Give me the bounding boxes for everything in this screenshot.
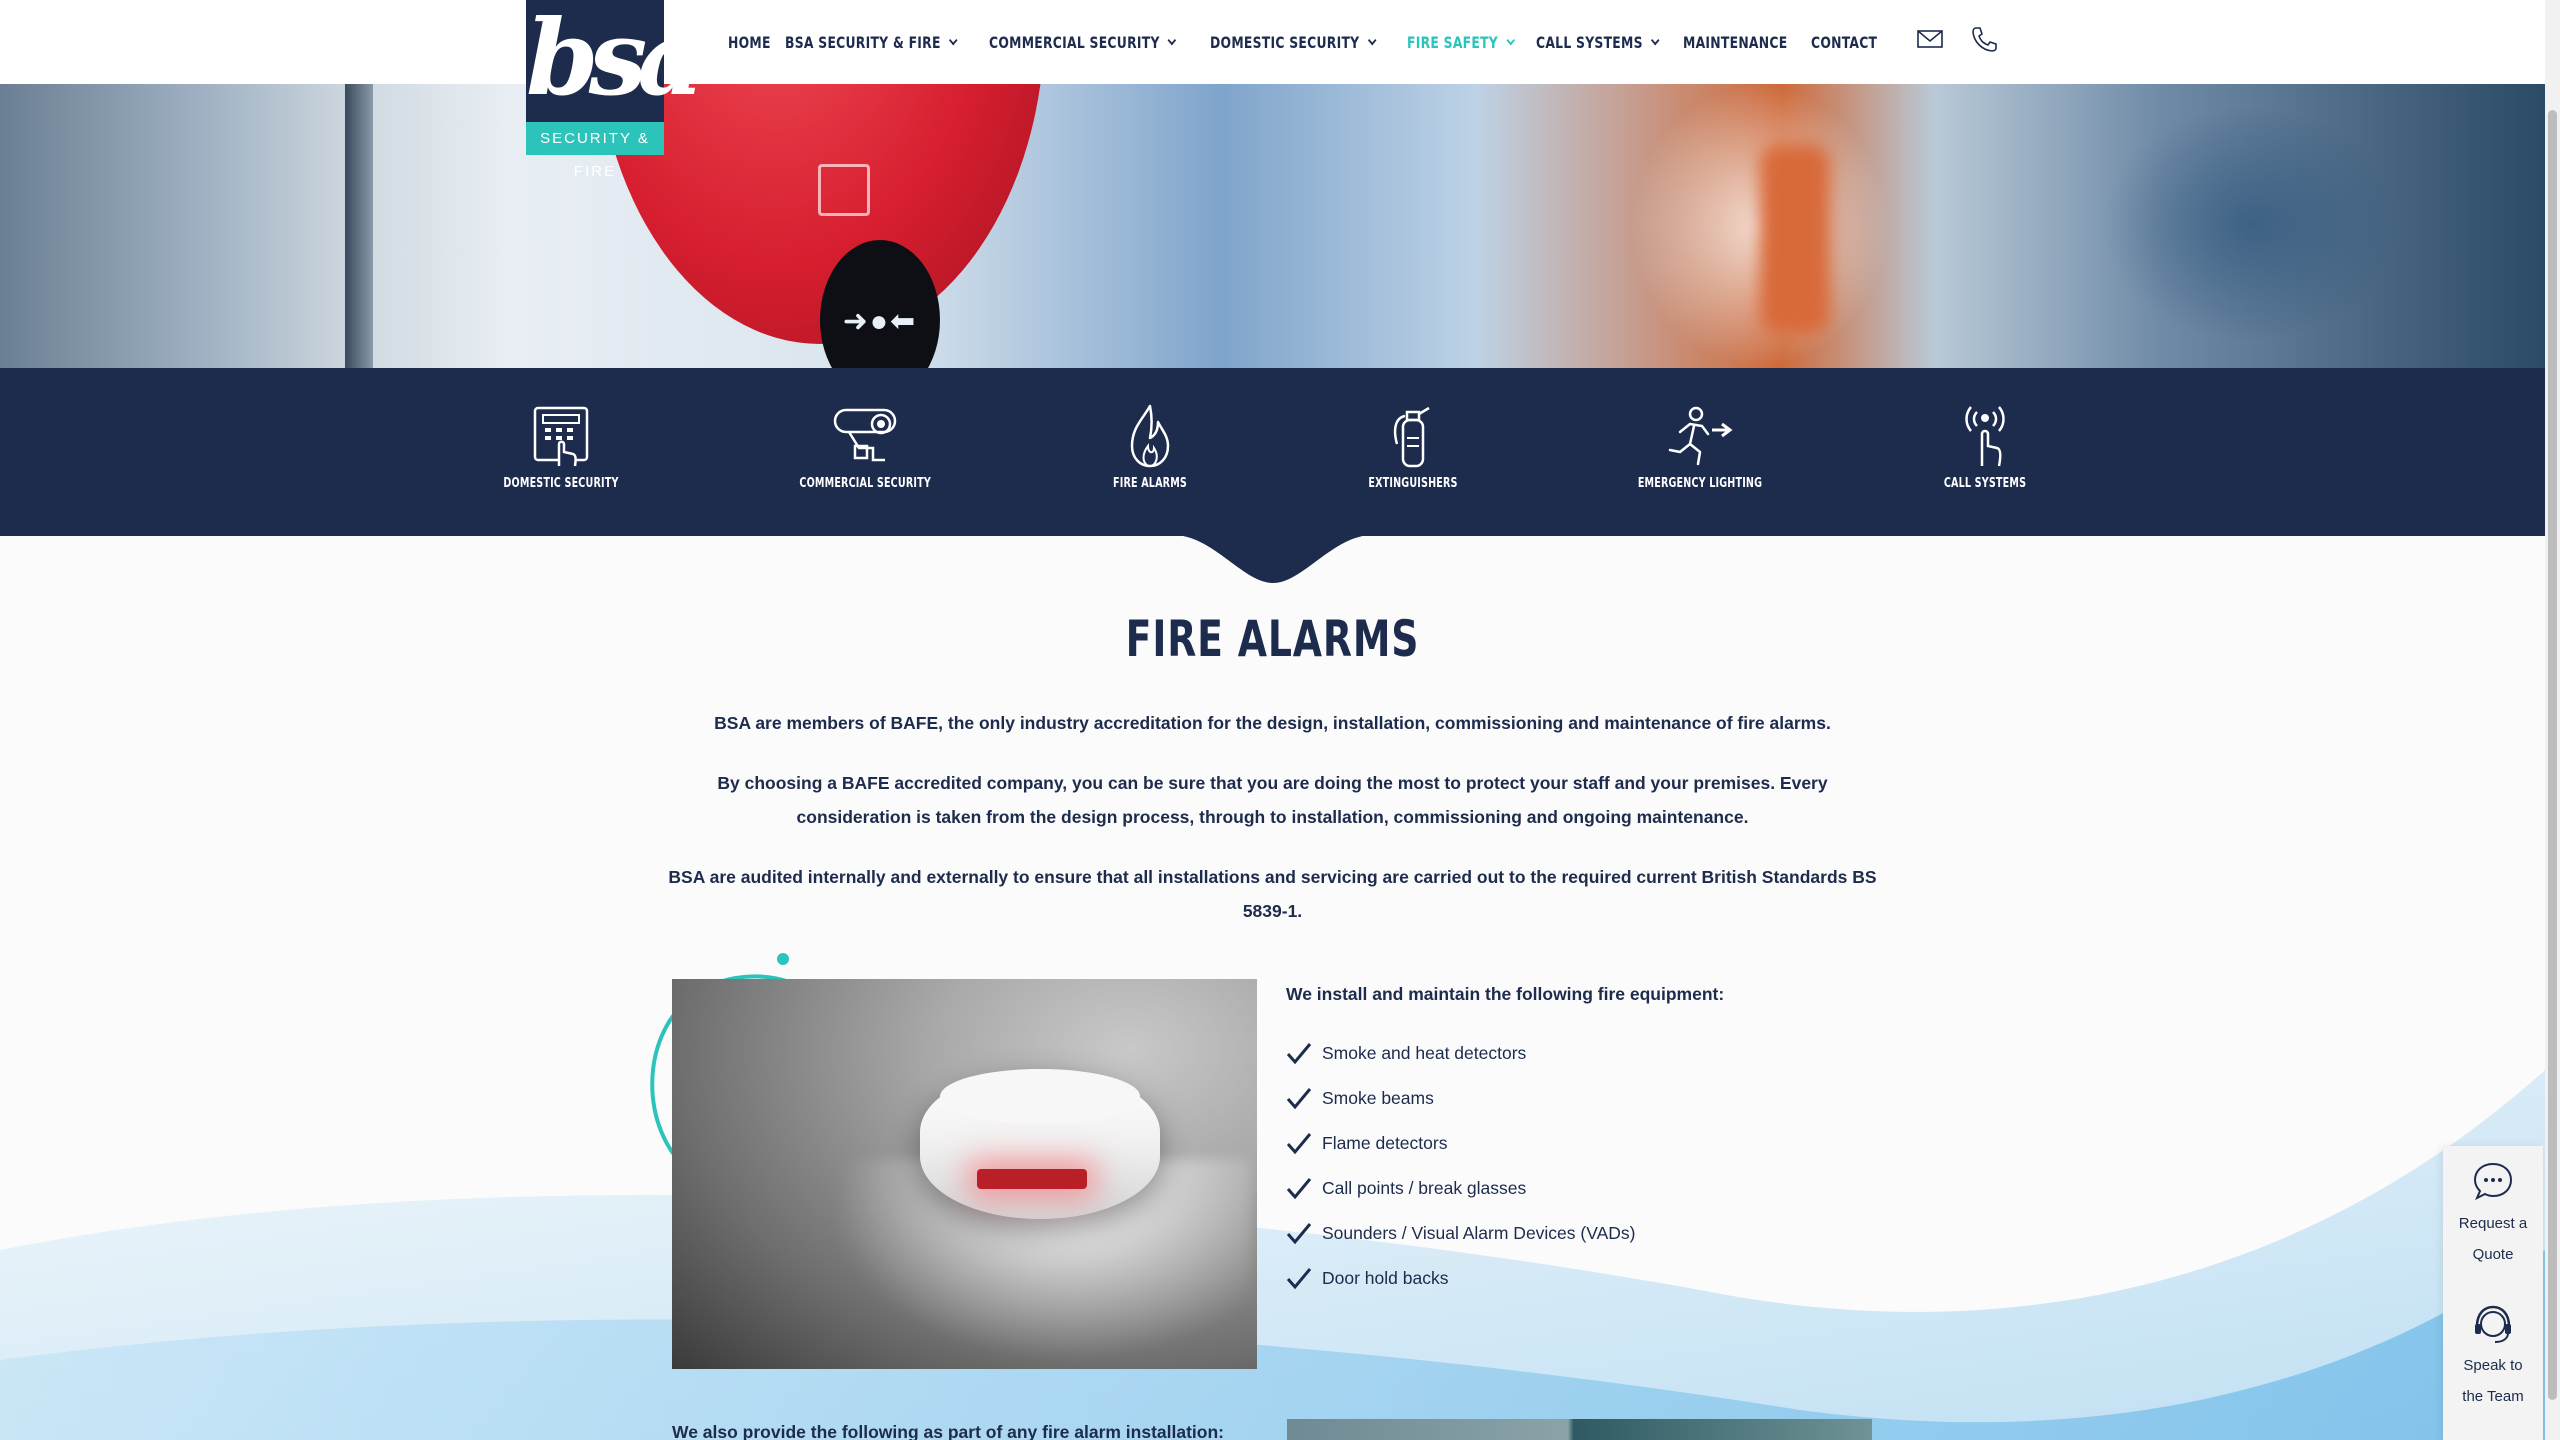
page-title: FIRE ALARMS (1125, 610, 1420, 668)
checkmark-icon (1286, 1087, 1312, 1109)
second-photo (1287, 1419, 1872, 1440)
category-label: COMMERCIAL SECURITY (799, 476, 931, 491)
category-commercial-security[interactable]: COMMERCIAL SECURITY (785, 404, 945, 491)
main-nav: HOME BSA SECURITY & FIRE COMMERCIAL SECU… (728, 0, 1877, 84)
checkmark-icon (1286, 1132, 1312, 1154)
category-domestic-security[interactable]: DOMESTIC SECURITY (481, 404, 641, 491)
nav-label: BSA SECURITY & FIRE (784, 32, 941, 52)
category-extinguishers[interactable]: EXTINGUISHERS (1333, 404, 1493, 491)
list-item: Smoke and heat detectors (1286, 1031, 1636, 1076)
nav-fire-safety[interactable]: FIRE SAFETY (1406, 32, 1515, 52)
category-fire-alarms[interactable]: FIRE ALARMS (1070, 404, 1230, 491)
logo-wordmark: bsa (526, 0, 705, 119)
request-quote-label-line2: Quote (2472, 1246, 2514, 1263)
nav-label: CONTACT (1811, 32, 1878, 52)
nav-label: COMMERCIAL SECURITY (988, 32, 1160, 52)
speak-to-team-label-line2: the Team (2462, 1388, 2524, 1405)
list-item-label: Door hold backs (1322, 1268, 1449, 1288)
list-item-label: Smoke and heat detectors (1322, 1043, 1527, 1063)
scrollbar-thumb[interactable] (2548, 110, 2557, 1400)
equipment-list-title: We install and maintain the following fi… (1286, 984, 1725, 1004)
category-bar: DOMESTIC SECURITY COMMERCIAL SECURITY FI… (0, 368, 2545, 536)
nav-maintenance[interactable]: MAINTENANCE (1683, 33, 1787, 52)
list-item: Smoke beams (1286, 1076, 1636, 1121)
nav-label: MAINTENANCE (1682, 32, 1788, 52)
category-emergency-lighting[interactable]: EMERGENCY LIGHTING (1620, 404, 1780, 491)
category-label: DOMESTIC SECURITY (503, 476, 619, 491)
envelope-icon[interactable] (1915, 24, 1945, 54)
chevron-down-icon (1650, 34, 1660, 45)
list-item: Call points / break glasses (1286, 1166, 1636, 1211)
chevron-down-icon (948, 34, 958, 45)
list-item: Flame detectors (1286, 1121, 1636, 1166)
nav-domestic-security[interactable]: DOMESTIC SECURITY (1210, 32, 1377, 52)
category-label: CALL SYSTEMS (1943, 476, 2027, 491)
chevron-down-icon (1367, 34, 1377, 45)
hero-background-object (1760, 144, 1830, 334)
nav-call-systems[interactable]: CALL SYSTEMS (1535, 32, 1660, 52)
headset-icon (2475, 1305, 2511, 1343)
nav-commercial-security[interactable]: COMMERCIAL SECURITY (988, 32, 1177, 52)
hero-background-shadow (2100, 104, 2400, 344)
section-notch (1173, 535, 1373, 583)
category-call-systems[interactable]: CALL SYSTEMS (1905, 404, 2065, 491)
phone-icon[interactable] (1969, 24, 1999, 54)
flame-icon (1130, 404, 1170, 468)
equipment-list: Smoke and heat detectors Smoke beams Fla… (1286, 1031, 1636, 1301)
list-item-label: Call points / break glasses (1322, 1178, 1527, 1198)
extinguisher-icon (1393, 406, 1430, 468)
cctv-camera-icon (833, 408, 897, 462)
nav-label: HOME (728, 32, 771, 52)
speak-to-team-button[interactable]: Speak to the Team (2443, 1302, 2543, 1412)
category-label: FIRE ALARMS (1112, 476, 1188, 491)
intro-paragraph-accredited: By choosing a BAFE accredited company, y… (717, 773, 1828, 827)
nav-contact[interactable]: CONTACT (1811, 33, 1877, 52)
smoke-detector-device (920, 1069, 1160, 1219)
request-quote-label-line1: Request a (2458, 1215, 2528, 1232)
running-man-exit-icon (1668, 406, 1733, 466)
logo-tagline: SECURITY & FIRE (526, 122, 664, 180)
list-item-label: Sounders / Visual Alarm Devices (VADs) (1322, 1223, 1636, 1243)
hero-image: ➜●⬅ (0, 84, 2545, 368)
house-symbol-icon (818, 164, 870, 216)
list-item-label: Flame detectors (1322, 1133, 1448, 1153)
speak-to-team-label-line1: Speak to (2463, 1357, 2523, 1374)
hero-background-pole (345, 84, 373, 368)
also-provide-heading: We also provide the following as part of… (672, 1422, 1225, 1440)
logo[interactable]: bsa SECURITY & FIRE (526, 0, 705, 180)
nav-label: FIRE SAFETY (1406, 32, 1498, 52)
background-waves (0, 1070, 2545, 1440)
push-arrows-icon: ➜●⬅ (842, 305, 918, 338)
list-item: Sounders / Visual Alarm Devices (VADs) (1286, 1211, 1636, 1256)
page-scrollbar[interactable] (2545, 0, 2560, 1440)
intro-paragraph-bafe: BSA are members of BAFE, the only indust… (714, 713, 1831, 733)
keypad-icon (533, 406, 589, 467)
checkmark-icon (1286, 1222, 1312, 1244)
call-button-icon (1965, 406, 2005, 467)
checkmark-icon (1286, 1267, 1312, 1289)
site-header: HOME BSA SECURITY & FIRE COMMERCIAL SECU… (0, 0, 2545, 84)
chevron-down-icon (1167, 34, 1177, 45)
request-quote-button[interactable]: Request a Quote (2443, 1160, 2543, 1270)
chevron-down-icon (1506, 34, 1515, 45)
chat-bubble-icon (2473, 1162, 2513, 1201)
list-item-label: Smoke beams (1322, 1088, 1434, 1108)
nav-label: DOMESTIC SECURITY (1210, 32, 1360, 52)
detector-indicator-light (977, 1169, 1087, 1189)
category-label: EMERGENCY LIGHTING (1637, 476, 1763, 491)
contact-side-widget: Request a Quote Speak to the Team (2443, 1146, 2543, 1440)
list-item: Door hold backs (1286, 1256, 1636, 1301)
checkmark-icon (1286, 1177, 1312, 1199)
category-label: EXTINGUISHERS (1368, 476, 1458, 491)
checkmark-icon (1286, 1042, 1312, 1064)
nav-bsa-security-fire[interactable]: BSA SECURITY & FIRE (784, 32, 958, 52)
intro-paragraph-standards: BSA are audited internally and externall… (668, 867, 1877, 921)
nav-home[interactable]: HOME (728, 33, 771, 52)
smoke-detector-photo (672, 979, 1257, 1369)
nav-label: CALL SYSTEMS (1535, 32, 1643, 52)
